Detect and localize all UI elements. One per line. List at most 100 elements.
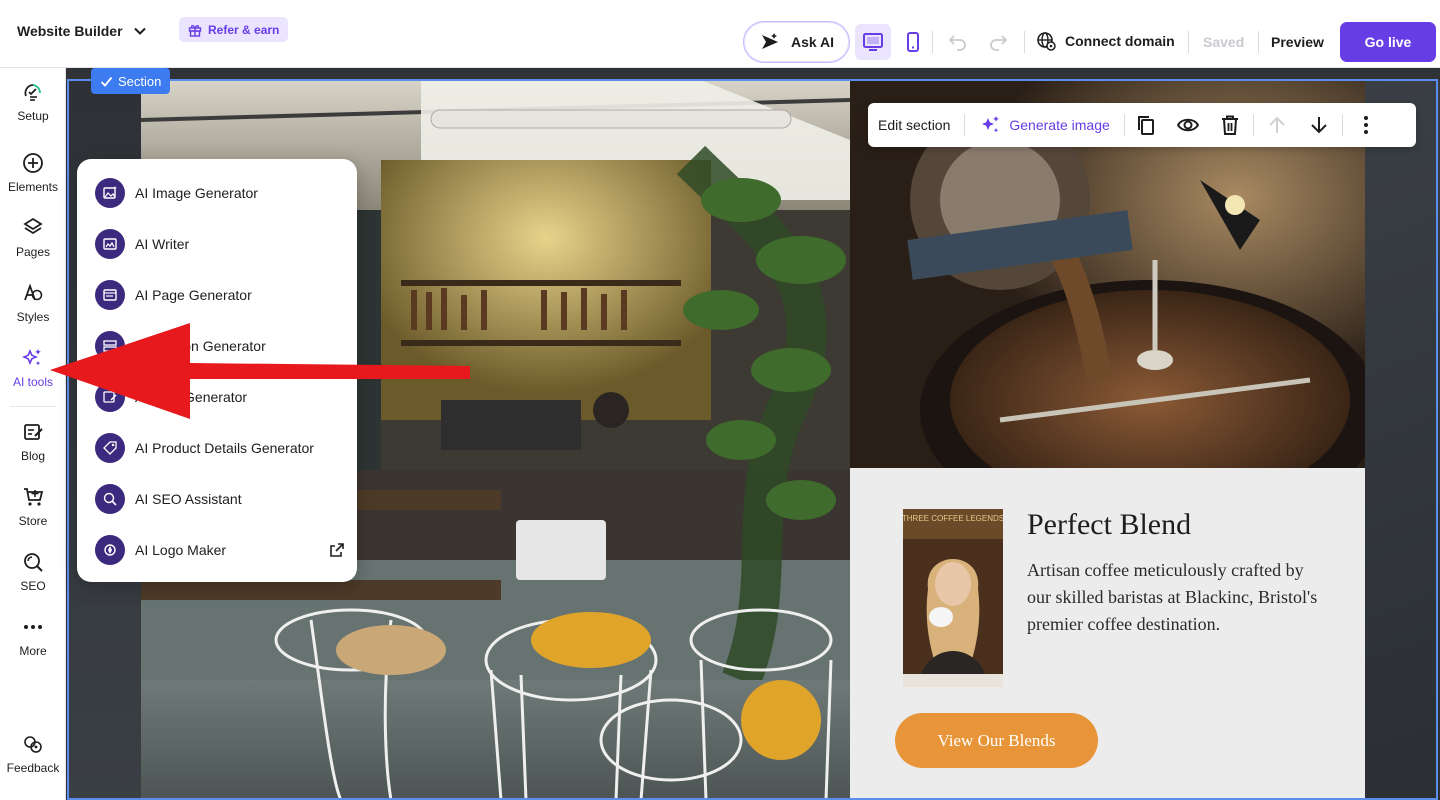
refer-label: Refer & earn bbox=[208, 22, 280, 37]
more-options-button[interactable] bbox=[1345, 103, 1387, 147]
sidebar-item-blog[interactable]: Blog bbox=[0, 421, 66, 463]
sidebar-item-setup[interactable]: Setup bbox=[0, 81, 66, 123]
ai-tools-menu: AI Image Generator AI Writer AI Page Gen… bbox=[77, 159, 357, 582]
top-bar: Website Builder Refer & earn Ask AI Conn… bbox=[0, 0, 1440, 68]
external-link-icon bbox=[330, 543, 344, 557]
more-vertical-icon bbox=[1363, 116, 1368, 134]
ai-page-generator-item[interactable]: AI Page Generator bbox=[95, 278, 345, 312]
sidebar-item-feedback[interactable]: Feedback bbox=[0, 733, 66, 775]
toolbar-divider bbox=[1341, 114, 1343, 136]
divider bbox=[1258, 31, 1259, 53]
sidebar-item-ai-tools[interactable]: AI tools bbox=[0, 347, 66, 389]
sidebar-item-label: Blog bbox=[20, 449, 46, 463]
mobile-icon bbox=[907, 32, 919, 52]
connect-domain-label: Connect domain bbox=[1065, 33, 1175, 49]
ai-logo-maker-item[interactable]: AI Logo Maker bbox=[95, 533, 345, 567]
app-title: Website Builder bbox=[17, 23, 123, 39]
sidebar-item-label: More bbox=[19, 644, 47, 658]
ai-image-icon bbox=[95, 178, 125, 208]
redo-button[interactable] bbox=[980, 24, 1016, 60]
duplicate-button[interactable] bbox=[1125, 103, 1167, 147]
menu-item-label: AI Logo Maker bbox=[135, 542, 227, 558]
sidebar-item-more[interactable]: More bbox=[0, 616, 66, 658]
sidebar-item-elements[interactable]: Elements bbox=[0, 152, 66, 194]
move-down-button[interactable] bbox=[1298, 103, 1340, 147]
ai-product-icon bbox=[95, 433, 125, 463]
feedback-icon bbox=[24, 736, 42, 753]
portrait-illustration: THREE COFFEE LEGENDS bbox=[903, 509, 1003, 687]
section-tag-label: Section bbox=[118, 73, 162, 89]
sparkles-icon bbox=[982, 116, 1000, 133]
eye-icon bbox=[1176, 118, 1199, 132]
desktop-icon bbox=[863, 33, 883, 51]
move-up-button[interactable] bbox=[1256, 103, 1298, 147]
sidebar-item-pages[interactable]: Pages bbox=[0, 217, 66, 259]
menu-item-label: AI Blog Generator bbox=[135, 389, 248, 405]
mobile-view-button[interactable] bbox=[895, 24, 931, 60]
toolbar-divider bbox=[964, 114, 966, 136]
ai-writer-item[interactable]: AI Writer bbox=[95, 227, 345, 261]
check-icon bbox=[100, 76, 113, 87]
ask-ai-button[interactable]: Ask AI bbox=[743, 21, 850, 63]
sidebar-item-label: Setup bbox=[17, 109, 49, 123]
woman-coffee-image[interactable]: THREE COFFEE LEGENDS bbox=[903, 509, 1003, 687]
plus-circle-icon bbox=[23, 153, 43, 173]
sidebar-item-styles[interactable]: Styles bbox=[0, 282, 66, 324]
arrow-down-icon bbox=[1311, 117, 1327, 134]
seo-icon bbox=[24, 553, 43, 572]
view-blends-button[interactable]: View Our Blends bbox=[895, 713, 1098, 768]
sidebar-item-label: SEO bbox=[20, 579, 46, 593]
divider bbox=[1188, 31, 1189, 53]
preview-button[interactable]: Preview bbox=[1271, 34, 1324, 50]
menu-item-label: AI Page Generator bbox=[135, 287, 252, 303]
ai-page-icon bbox=[95, 280, 125, 310]
left-sidebar: Setup Elements Pages Styles AI tools Blo… bbox=[0, 68, 66, 800]
cart-icon bbox=[24, 488, 44, 506]
desktop-view-button[interactable] bbox=[855, 24, 891, 60]
sparkles-icon bbox=[22, 348, 41, 366]
generate-image-button[interactable]: Generate image bbox=[979, 114, 1110, 136]
sidebar-divider bbox=[10, 406, 56, 407]
blog-icon bbox=[24, 424, 43, 440]
gift-icon bbox=[188, 24, 202, 37]
website-builder-menu[interactable]: Website Builder bbox=[17, 21, 147, 41]
visibility-button[interactable] bbox=[1167, 103, 1209, 147]
sidebar-item-seo[interactable]: SEO bbox=[0, 551, 66, 593]
ai-blog-icon bbox=[95, 382, 125, 412]
arrow-up-icon bbox=[1269, 116, 1285, 133]
ai-image-generator-item[interactable]: AI Image Generator bbox=[95, 176, 345, 210]
menu-item-label: AI Writer bbox=[135, 236, 190, 252]
sidebar-item-store[interactable]: Store bbox=[0, 486, 66, 528]
hero-heading: Perfect Blend bbox=[1027, 508, 1192, 541]
undo-icon bbox=[948, 35, 966, 51]
refer-earn-button[interactable]: Refer & earn bbox=[179, 17, 289, 42]
connect-domain-button[interactable]: Connect domain bbox=[1036, 31, 1175, 51]
ask-ai-label: Ask AI bbox=[790, 34, 835, 50]
ai-section-generator-item[interactable]: AI Section Generator bbox=[95, 329, 345, 363]
sidebar-item-label: Store bbox=[18, 514, 48, 528]
menu-item-label: AI SEO Assistant bbox=[135, 491, 242, 507]
ai-seo-icon bbox=[95, 484, 125, 514]
edit-section-button[interactable]: Edit section bbox=[878, 117, 950, 133]
ai-blog-generator-item[interactable]: AI Blog Generator bbox=[95, 380, 345, 414]
divider bbox=[1024, 31, 1025, 53]
delete-button[interactable] bbox=[1209, 103, 1251, 147]
menu-item-label: AI Section Generator bbox=[135, 338, 266, 354]
ai-writer-icon bbox=[95, 229, 125, 259]
section-tag[interactable]: Section bbox=[91, 68, 171, 94]
undo-button[interactable] bbox=[940, 24, 976, 60]
layers-icon bbox=[23, 217, 43, 235]
ai-product-details-generator-item[interactable]: AI Product Details Generator bbox=[95, 431, 345, 465]
portrait-sign-text: THREE COFFEE LEGENDS bbox=[903, 514, 1003, 523]
ask-ai-icon bbox=[761, 33, 778, 49]
sidebar-item-label: Elements bbox=[7, 180, 59, 194]
sidebar-item-label: Styles bbox=[16, 310, 50, 324]
menu-item-label: AI Product Details Generator bbox=[135, 440, 314, 456]
divider bbox=[932, 31, 933, 53]
ai-seo-assistant-item[interactable]: AI SEO Assistant bbox=[95, 482, 345, 516]
chevron-down-icon bbox=[133, 27, 146, 35]
go-live-button[interactable]: Go live bbox=[1340, 22, 1436, 62]
sidebar-item-label: Feedback bbox=[6, 761, 60, 775]
globe-settings-icon bbox=[1037, 32, 1056, 51]
menu-item-label: AI Image Generator bbox=[135, 185, 258, 201]
